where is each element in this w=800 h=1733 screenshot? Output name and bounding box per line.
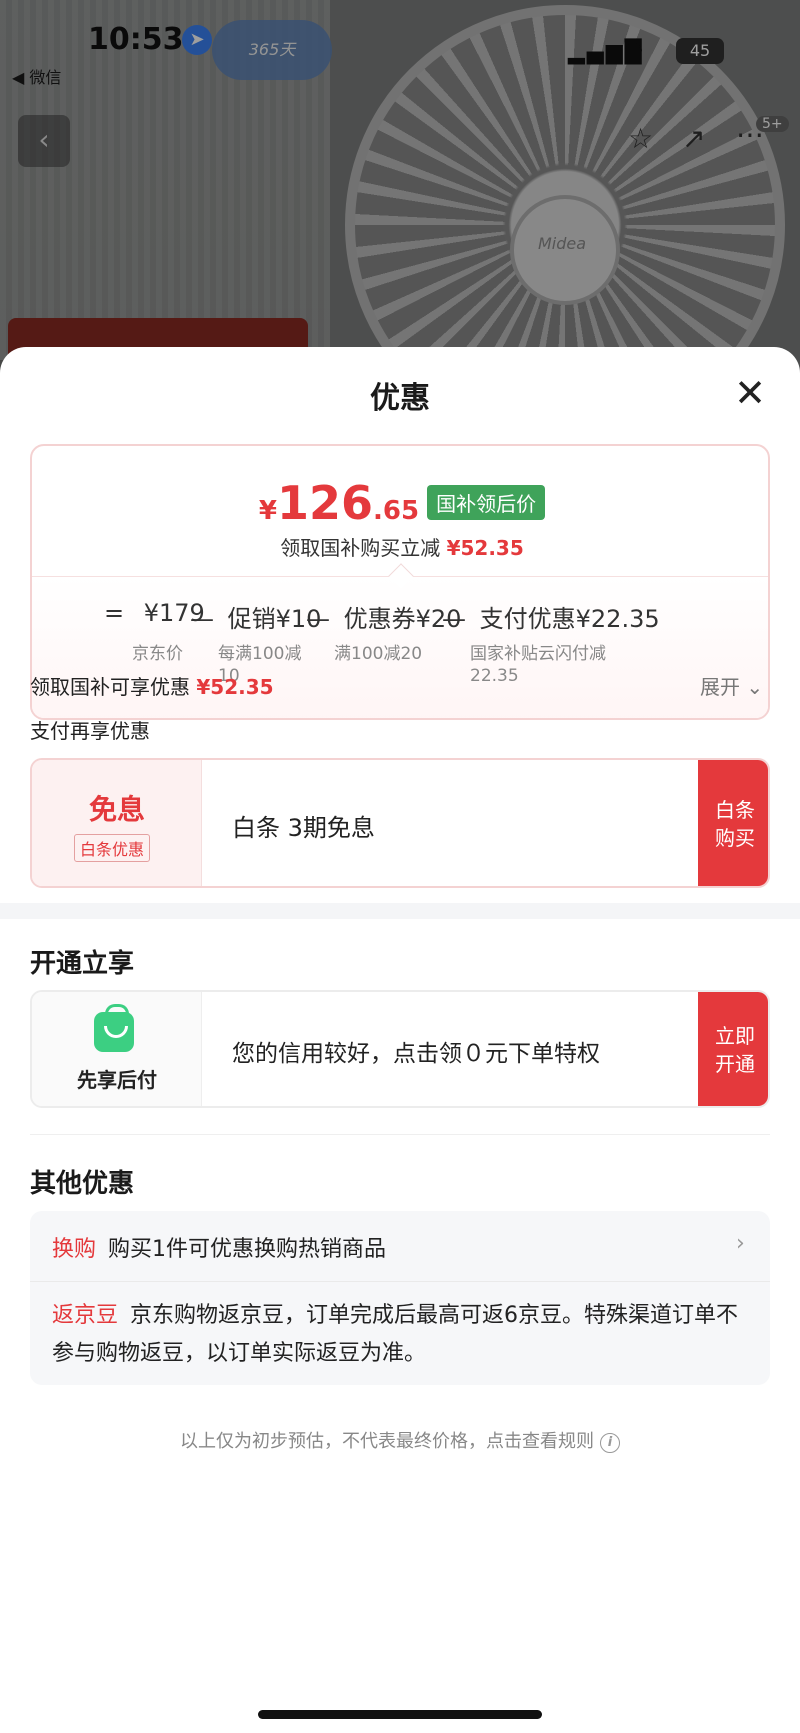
dim-overlay[interactable]	[0, 0, 800, 400]
jd-bean-tag: 返京豆	[52, 1303, 119, 1328]
pay-later-description: 您的信用较好，点击领０元下单特权	[232, 1041, 600, 1067]
interest-free-title: 免息	[88, 793, 145, 826]
breakdown-payment-value: 支付优惠¥22.35	[479, 605, 660, 633]
expand-toggle[interactable]: 展开 ⌄	[700, 671, 763, 700]
installment-description: 白条 3期免息	[232, 814, 375, 842]
pay-later-badge-area: 先享后付	[32, 992, 202, 1106]
open-section-heading: 开通立享	[30, 949, 135, 979]
breakdown-payment: — 支付优惠¥22.35	[442, 599, 660, 634]
baitiao-buy-button[interactable]: 白条 购买	[698, 760, 768, 886]
jd-bean-text: 京东购物返京豆，订单完成后最高可返6京豆。特殊渠道订单不参与购物返豆，以订单实际…	[52, 1303, 739, 1366]
price-subtitle: 领取国补购买立减 ¥52.35	[32, 532, 768, 561]
section-divider	[0, 903, 800, 919]
expand-label: 展开	[700, 675, 740, 699]
chevron-down-icon: ⌄	[746, 675, 764, 699]
divider-line	[30, 1134, 770, 1135]
rules-footnote[interactable]: 以上仅为初步预估，不代表最终价格，点击查看规则 i	[0, 1427, 800, 1453]
open-now-button[interactable]: 立即 开通	[698, 992, 768, 1106]
pay-later-label: 先享后付	[77, 1068, 157, 1092]
chevron-right-icon[interactable]: ›	[736, 1231, 745, 1256]
subsidy-label: 领取国补可享优惠	[30, 675, 190, 699]
price-subtitle-value: ¥52.35	[446, 536, 524, 560]
breakdown-promo: — 促销¥10	[190, 599, 321, 634]
discount-sheet: 优惠 ✕ ¥126.65 国补领后价 领取国补购买立减 ¥52.35 = ¥179…	[0, 347, 800, 1733]
installment-badge-area: 免息 白条优惠	[32, 760, 202, 886]
trade-in-text: 购买1件可优惠换购热销商品	[108, 1237, 387, 1262]
info-icon: i	[600, 1433, 620, 1453]
price-integer: 126	[277, 476, 374, 530]
minus-sign: —	[190, 605, 214, 633]
final-price: ¥126.65 国补领后价	[32, 476, 768, 530]
pay-section-label: 支付再享优惠	[30, 719, 150, 743]
shopping-bag-icon	[94, 1004, 134, 1052]
breakdown-coupon-label: 满100减20	[334, 644, 423, 664]
trade-in-tag: 换购	[52, 1237, 97, 1262]
price-decimal: .65	[373, 496, 420, 526]
sheet-title: 优惠	[370, 381, 430, 416]
other-section-heading: 其他优惠	[30, 1169, 135, 1199]
subsidy-value: ¥52.35	[196, 675, 274, 699]
jd-bean-offer-row: 返京豆 京东购物返京豆，订单完成后最高可返6京豆。特殊渠道订单不参与购物返豆，以订…	[52, 1297, 752, 1373]
product-page-background: Midea 10:53 ➤ ◀ 微信 365天 ▂▄▆█ ◠ 45 ‹ ☆ ↗ …	[0, 0, 800, 400]
baitiao-discount-badge: 白条优惠	[74, 834, 151, 862]
price-currency: ¥	[258, 496, 277, 526]
price-subtitle-label: 领取国补购买立减	[280, 536, 441, 560]
subsidy-row[interactable]: 领取国补可享优惠 ¥52.35	[30, 671, 274, 700]
subsidy-price-tag: 国补领后价	[427, 485, 546, 520]
close-icon[interactable]: ✕	[730, 373, 770, 413]
price-summary: ¥126.65 国补领后价 领取国补购买立减 ¥52.35	[32, 446, 768, 576]
other-offers-list: 换购 购买1件可优惠换购热销商品 › 返京豆 京东购物返京豆，订单完成后最高可返6京…	[30, 1211, 770, 1385]
offer-separator	[30, 1281, 770, 1282]
breakdown-coupon: — 优惠券¥20	[306, 599, 461, 634]
breakdown-jd-price-label: 京东价	[132, 644, 183, 664]
equals-sign: =	[104, 599, 125, 627]
minus-sign: —	[306, 605, 330, 633]
installment-card[interactable]: 免息 白条优惠 白条 3期免息 白条 购买	[30, 758, 770, 888]
minus-sign: —	[442, 605, 466, 633]
breakdown-payment-label: 国家补贴云闪付减 22.35	[470, 644, 606, 686]
home-indicator[interactable]	[258, 1710, 542, 1719]
footnote-text: 以上仅为初步预估，不代表最终价格，点击查看规则	[180, 1431, 594, 1452]
trade-in-offer-row[interactable]: 换购 购买1件可优惠换购热销商品	[52, 1231, 386, 1263]
pay-later-card[interactable]: 先享后付 您的信用较好，点击领０元下单特权 立即 开通	[30, 990, 770, 1108]
